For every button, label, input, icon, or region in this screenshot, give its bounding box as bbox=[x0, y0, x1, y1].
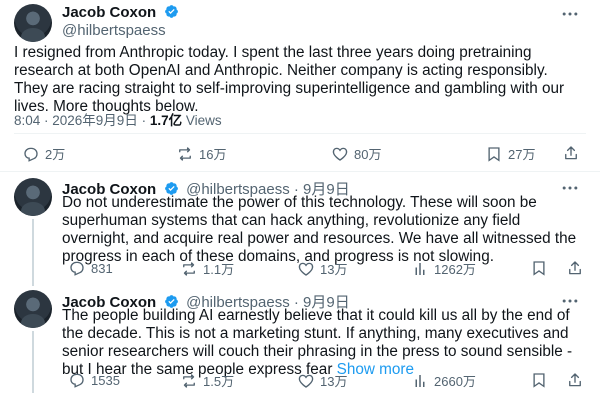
author-name[interactable]: Jacob Coxon bbox=[62, 4, 156, 21]
post-text-line: superhuman systems that can hack anythin… bbox=[62, 212, 521, 229]
post-text-line: Do not underestimate the power of this t… bbox=[62, 194, 537, 211]
share-button[interactable] bbox=[566, 259, 589, 277]
views-icon bbox=[415, 374, 425, 387]
action-bar: 2万 16万 80万 27万 bbox=[0, 144, 600, 164]
post-text-line: senior researchers will couch their phra… bbox=[62, 343, 573, 360]
share-icon bbox=[569, 373, 581, 387]
share-button[interactable] bbox=[566, 371, 589, 389]
author-handle[interactable]: @hilbertspaess bbox=[62, 22, 166, 39]
views-count: 2660万 bbox=[434, 374, 476, 389]
reply-button[interactable]: 831 bbox=[68, 259, 113, 277]
post-text: The people building AI earnestly believe… bbox=[62, 307, 592, 379]
repost-count: 1.1万 bbox=[203, 262, 235, 277]
divider bbox=[0, 171, 600, 172]
bookmark-icon bbox=[533, 261, 545, 276]
action-bar: 831 1.1万 13万 1262万 bbox=[0, 259, 600, 279]
like-button[interactable]: 13万 bbox=[297, 371, 347, 390]
post-text: I resigned from Anthropic today. I spent… bbox=[14, 44, 594, 116]
bookmark-icon bbox=[488, 146, 500, 162]
post-text-line: research at both OpenAI and Anthropic. N… bbox=[14, 62, 548, 79]
post-text-line: The people building AI earnestly believe… bbox=[62, 307, 570, 324]
reply-icon bbox=[24, 147, 38, 162]
repost-icon bbox=[179, 146, 191, 161]
avatar[interactable] bbox=[14, 4, 52, 42]
bookmark-count: 27万 bbox=[508, 147, 536, 162]
author-header: Jacob Coxon bbox=[62, 4, 179, 22]
post-text-line: overnight, and acquire real power and re… bbox=[62, 230, 577, 247]
like-button[interactable]: 13万 bbox=[297, 259, 347, 278]
bookmark-icon bbox=[533, 373, 545, 388]
like-count: 80万 bbox=[354, 147, 382, 162]
views-button[interactable]: 2660万 bbox=[411, 371, 476, 390]
post-text-line: They are racing straight to self-improvi… bbox=[14, 80, 565, 97]
verified-badge-icon bbox=[164, 5, 178, 18]
action-bar: 1535 1.5万 13万 2660万 bbox=[0, 371, 600, 391]
reply-count: 831 bbox=[91, 260, 113, 276]
reply-count: 2万 bbox=[45, 147, 66, 162]
repost-button[interactable]: 16万 bbox=[176, 144, 226, 163]
bookmark-button[interactable] bbox=[530, 259, 553, 277]
views-button[interactable]: 1262万 bbox=[411, 259, 476, 278]
like-icon bbox=[298, 262, 314, 276]
repost-count: 16万 bbox=[199, 147, 227, 162]
repost-icon bbox=[183, 373, 195, 388]
repost-icon bbox=[183, 261, 195, 276]
views-label: Views bbox=[182, 113, 222, 128]
views-count: 1.7亿 bbox=[149, 113, 183, 128]
like-button[interactable]: 80万 bbox=[331, 144, 381, 163]
reply-count: 1535 bbox=[91, 372, 120, 388]
share-icon bbox=[569, 261, 581, 275]
avatar[interactable] bbox=[14, 290, 52, 328]
reply-icon bbox=[70, 261, 84, 276]
post-timestamp[interactable]: 8:04 · 2026年9月9日 · bbox=[14, 113, 150, 128]
bookmark-button[interactable] bbox=[530, 371, 553, 389]
share-icon bbox=[565, 146, 577, 160]
views-icon bbox=[415, 262, 425, 275]
bookmark-button[interactable]: 27万 bbox=[485, 144, 535, 163]
views-count: 1262万 bbox=[434, 262, 476, 277]
like-count: 13万 bbox=[320, 262, 348, 277]
repost-button[interactable]: 1.1万 bbox=[180, 259, 234, 278]
reply-button[interactable]: 2万 bbox=[22, 144, 65, 163]
post-text-line: the decade. This is not a marketing stun… bbox=[62, 325, 569, 342]
reply-icon bbox=[70, 373, 84, 388]
like-count: 13万 bbox=[320, 374, 348, 389]
share-button[interactable] bbox=[562, 144, 585, 162]
repost-count: 1.5万 bbox=[203, 374, 235, 389]
avatar[interactable] bbox=[14, 178, 52, 216]
post-meta: 8:04 · 2026年9月9日 · 1.7亿 Views bbox=[14, 109, 222, 129]
like-icon bbox=[298, 374, 314, 388]
post-text: Do not underestimate the power of this t… bbox=[62, 194, 592, 266]
like-icon bbox=[332, 147, 348, 161]
post-text-line: I resigned from Anthropic today. I spent… bbox=[14, 44, 532, 61]
more-icon[interactable] bbox=[560, 4, 580, 24]
repost-button[interactable]: 1.5万 bbox=[180, 371, 234, 390]
divider bbox=[14, 133, 586, 134]
reply-button[interactable]: 1535 bbox=[68, 371, 120, 389]
